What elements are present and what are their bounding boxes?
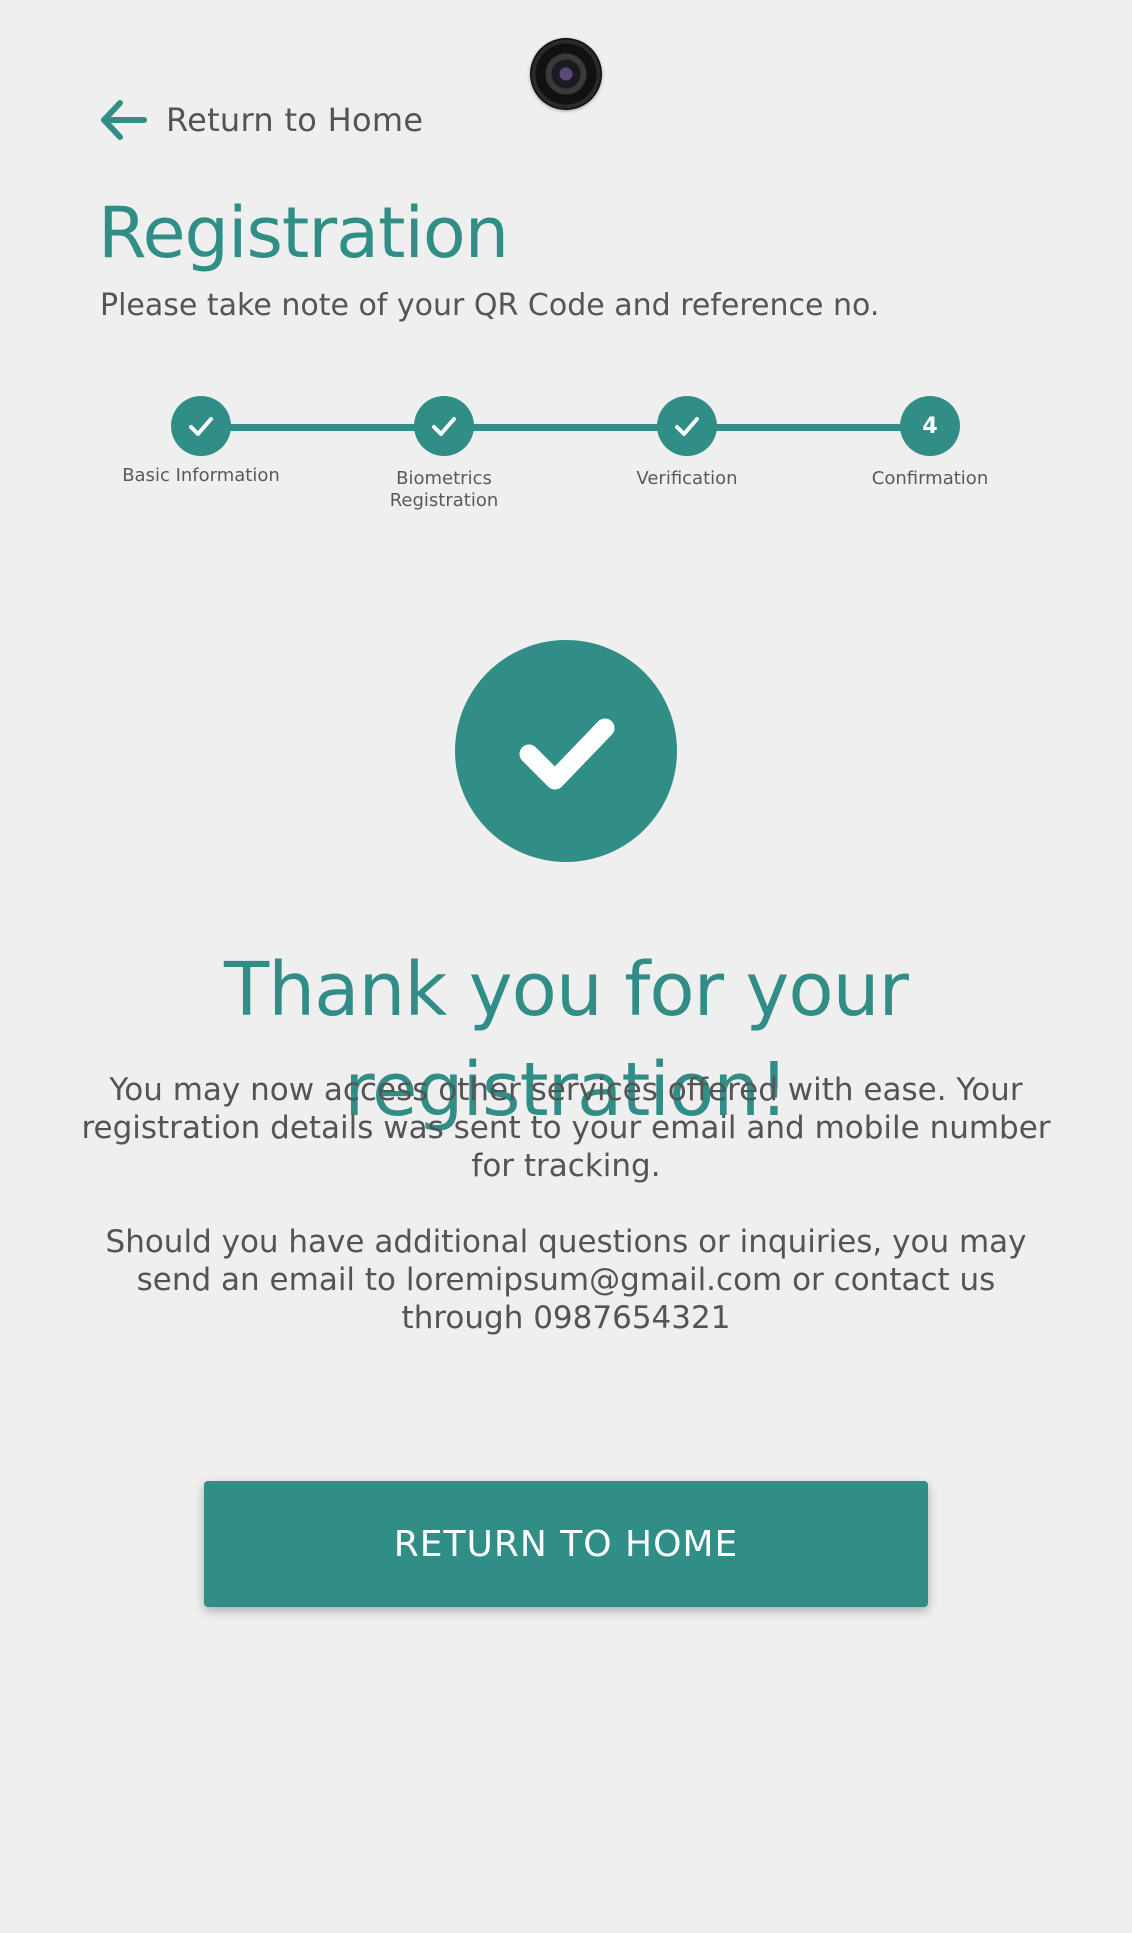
step-label: Confirmation — [871, 468, 989, 489]
step-biometrics-registration: Biometrics Registration — [334, 396, 554, 512]
step-label: Verification — [636, 468, 738, 489]
camera-icon — [530, 38, 602, 110]
page-title: Registration — [98, 192, 509, 274]
checkmark-icon — [675, 417, 699, 436]
return-to-home-link[interactable]: Return to Home — [98, 96, 423, 144]
step-complete-indicator — [657, 396, 717, 456]
step-complete-indicator — [414, 396, 474, 456]
step-label: Basic Information — [122, 465, 280, 486]
step-verification: Verification — [577, 396, 797, 490]
contact-message: Should you have additional questions or … — [105, 1224, 1027, 1336]
return-to-home-label: Return to Home — [166, 101, 424, 139]
checkmark-icon — [432, 417, 456, 436]
arrow-left-icon — [101, 100, 147, 140]
step-complete-indicator — [171, 396, 231, 456]
step-label: Biometrics Registration — [389, 468, 499, 511]
return-to-home-button[interactable]: RETURN TO HOME — [204, 1481, 928, 1607]
checkmark-icon — [519, 718, 615, 790]
progress-stepper: Basic Information Biometrics Registratio… — [0, 396, 1132, 536]
step-number-indicator: 4 — [900, 396, 960, 456]
checkmark-icon — [189, 417, 213, 436]
step-confirmation: 4 Confirmation — [820, 396, 1040, 490]
confirmation-message: You may now access other services offere… — [81, 1072, 1051, 1184]
page-subtitle: Please take note of your QR Code and ref… — [100, 288, 880, 323]
step-basic-information: Basic Information — [91, 396, 311, 487]
success-badge — [455, 640, 677, 862]
